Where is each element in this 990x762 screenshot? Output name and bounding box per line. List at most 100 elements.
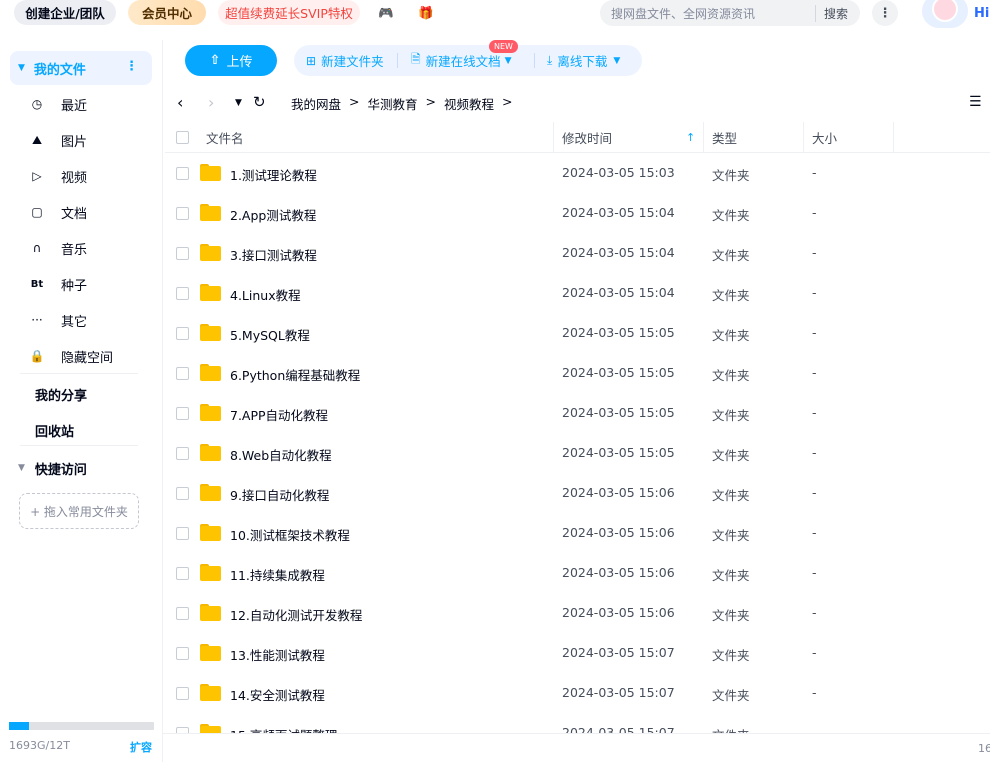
- row-checkbox[interactable]: [176, 487, 189, 500]
- row-checkbox[interactable]: [176, 607, 189, 620]
- file-mtime: 2024-03-05 15:03: [562, 165, 675, 180]
- folder-icon: [200, 244, 221, 261]
- row-checkbox[interactable]: [176, 327, 189, 340]
- table-row[interactable]: 13.性能测试教程 2024-03-05 15:07 文件夹 -: [165, 633, 990, 673]
- table-row[interactable]: 1.测试理论教程 2024-03-05 15:03 文件夹 -: [165, 153, 990, 193]
- file-name[interactable]: 11.持续集成教程: [230, 565, 325, 584]
- item-count: 16: [978, 742, 990, 755]
- folder-icon: [200, 724, 221, 733]
- file-name[interactable]: 10.测试框架技术教程: [230, 525, 350, 544]
- table-row[interactable]: 9.接口自动化教程 2024-03-05 15:06 文件夹 -: [165, 473, 990, 513]
- file-type: 文件夹: [712, 208, 750, 223]
- file-name[interactable]: 7.APP自动化教程: [230, 405, 328, 424]
- table-row[interactable]: 14.安全测试教程 2024-03-05 15:07 文件夹 -: [165, 673, 990, 713]
- folder-body: [200, 726, 221, 733]
- file-mtime: 2024-03-05 15:05: [562, 405, 675, 420]
- file-size: -: [812, 645, 817, 660]
- file-type: 文件夹: [712, 448, 750, 463]
- file-type: 文件夹: [712, 688, 750, 703]
- folder-body: [200, 526, 221, 541]
- file-mtime: 2024-03-05 15:04: [562, 285, 675, 300]
- table-row[interactable]: 7.APP自动化教程 2024-03-05 15:05 文件夹 -: [165, 393, 990, 433]
- table-row[interactable]: 6.Python编程基础教程 2024-03-05 15:05 文件夹 -: [165, 353, 990, 393]
- file-type: 文件夹: [712, 648, 750, 663]
- folder-icon: [200, 524, 221, 541]
- table-row[interactable]: 10.测试框架技术教程 2024-03-05 15:06 文件夹 -: [165, 513, 990, 553]
- table-row[interactable]: 4.Linux教程 2024-03-05 15:04 文件夹 -: [165, 273, 990, 313]
- row-checkbox[interactable]: [176, 167, 189, 180]
- file-name[interactable]: 3.接口测试教程: [230, 245, 317, 264]
- folder-icon: [200, 484, 221, 501]
- table-row[interactable]: 15.高频面试题整理 2024-03-05 15:07 文件夹 -: [165, 713, 990, 733]
- folder-body: [200, 406, 221, 421]
- file-size: -: [812, 725, 817, 733]
- file-mtime: 2024-03-05 15:06: [562, 565, 675, 580]
- folder-icon: [200, 564, 221, 581]
- file-name[interactable]: 15.高频面试题整理: [230, 725, 337, 733]
- file-size: -: [812, 445, 817, 460]
- folder-icon: [200, 604, 221, 621]
- table-row[interactable]: 5.MySQL教程 2024-03-05 15:05 文件夹 -: [165, 313, 990, 353]
- row-checkbox[interactable]: [176, 247, 189, 260]
- file-mtime: 2024-03-05 15:05: [562, 325, 675, 340]
- row-checkbox[interactable]: [176, 367, 189, 380]
- table-row[interactable]: 11.持续集成教程 2024-03-05 15:06 文件夹 -: [165, 553, 990, 593]
- folder-icon: [200, 684, 221, 701]
- row-checkbox[interactable]: [176, 207, 189, 220]
- file-name[interactable]: 14.安全测试教程: [230, 685, 325, 704]
- file-mtime: 2024-03-05 15:07: [562, 725, 675, 733]
- file-name[interactable]: 12.自动化测试开发教程: [230, 605, 362, 624]
- file-mtime: 2024-03-05 15:04: [562, 245, 675, 260]
- row-checkbox[interactable]: [176, 407, 189, 420]
- folder-icon: [200, 324, 221, 341]
- file-type: 文件夹: [712, 408, 750, 423]
- folder-body: [200, 606, 221, 621]
- table-row[interactable]: 2.App测试教程 2024-03-05 15:04 文件夹 -: [165, 193, 990, 233]
- file-type: 文件夹: [712, 328, 750, 343]
- folder-body: [200, 446, 221, 461]
- folder-body: [200, 326, 221, 341]
- folder-icon: [200, 444, 221, 461]
- table-row[interactable]: 3.接口测试教程 2024-03-05 15:04 文件夹 -: [165, 233, 990, 273]
- row-checkbox[interactable]: [176, 447, 189, 460]
- file-size: -: [812, 285, 817, 300]
- file-name[interactable]: 4.Linux教程: [230, 285, 301, 304]
- table-row[interactable]: 8.Web自动化教程 2024-03-05 15:05 文件夹 -: [165, 433, 990, 473]
- folder-body: [200, 206, 221, 221]
- folder-icon: [200, 164, 221, 181]
- file-name[interactable]: 8.Web自动化教程: [230, 445, 332, 464]
- expand-storage-link[interactable]: 扩容: [130, 739, 152, 755]
- file-type: 文件夹: [712, 368, 750, 383]
- netdisk-app: 创建企业/团队 会员中心 超值续费延长SVIP特权 🎮 🎁 搜网盘文件、全网资源…: [0, 0, 990, 762]
- folder-icon: [200, 404, 221, 421]
- folder-body: [200, 246, 221, 261]
- file-size: -: [812, 205, 817, 220]
- file-name[interactable]: 1.测试理论教程: [230, 165, 317, 184]
- folder-body: [200, 486, 221, 501]
- file-mtime: 2024-03-05 15:04: [562, 205, 675, 220]
- file-name[interactable]: 13.性能测试教程: [230, 645, 325, 664]
- folder-icon: [200, 364, 221, 381]
- folder-body: [200, 166, 221, 181]
- file-name[interactable]: 2.App测试教程: [230, 205, 316, 224]
- file-size: -: [812, 245, 817, 260]
- row-checkbox[interactable]: [176, 527, 189, 540]
- file-name[interactable]: 6.Python编程基础教程: [230, 365, 360, 384]
- file-type: 文件夹: [712, 725, 750, 733]
- file-name[interactable]: 9.接口自动化教程: [230, 485, 329, 504]
- file-mtime: 2024-03-05 15:06: [562, 525, 675, 540]
- folder-body: [200, 286, 221, 301]
- row-checkbox[interactable]: [176, 567, 189, 580]
- file-list: 1.测试理论教程 2024-03-05 15:03 文件夹 - 2.App测试教程 202…: [0, 0, 990, 733]
- file-size: -: [812, 525, 817, 540]
- file-name[interactable]: 5.MySQL教程: [230, 325, 310, 344]
- folder-body: [200, 566, 221, 581]
- table-row[interactable]: 12.自动化测试开发教程 2024-03-05 15:06 文件夹 -: [165, 593, 990, 633]
- file-mtime: 2024-03-05 15:05: [562, 445, 675, 460]
- footer-bar: [163, 733, 990, 762]
- folder-body: [200, 646, 221, 661]
- row-checkbox[interactable]: [176, 687, 189, 700]
- file-size: -: [812, 365, 817, 380]
- row-checkbox[interactable]: [176, 647, 189, 660]
- row-checkbox[interactable]: [176, 287, 189, 300]
